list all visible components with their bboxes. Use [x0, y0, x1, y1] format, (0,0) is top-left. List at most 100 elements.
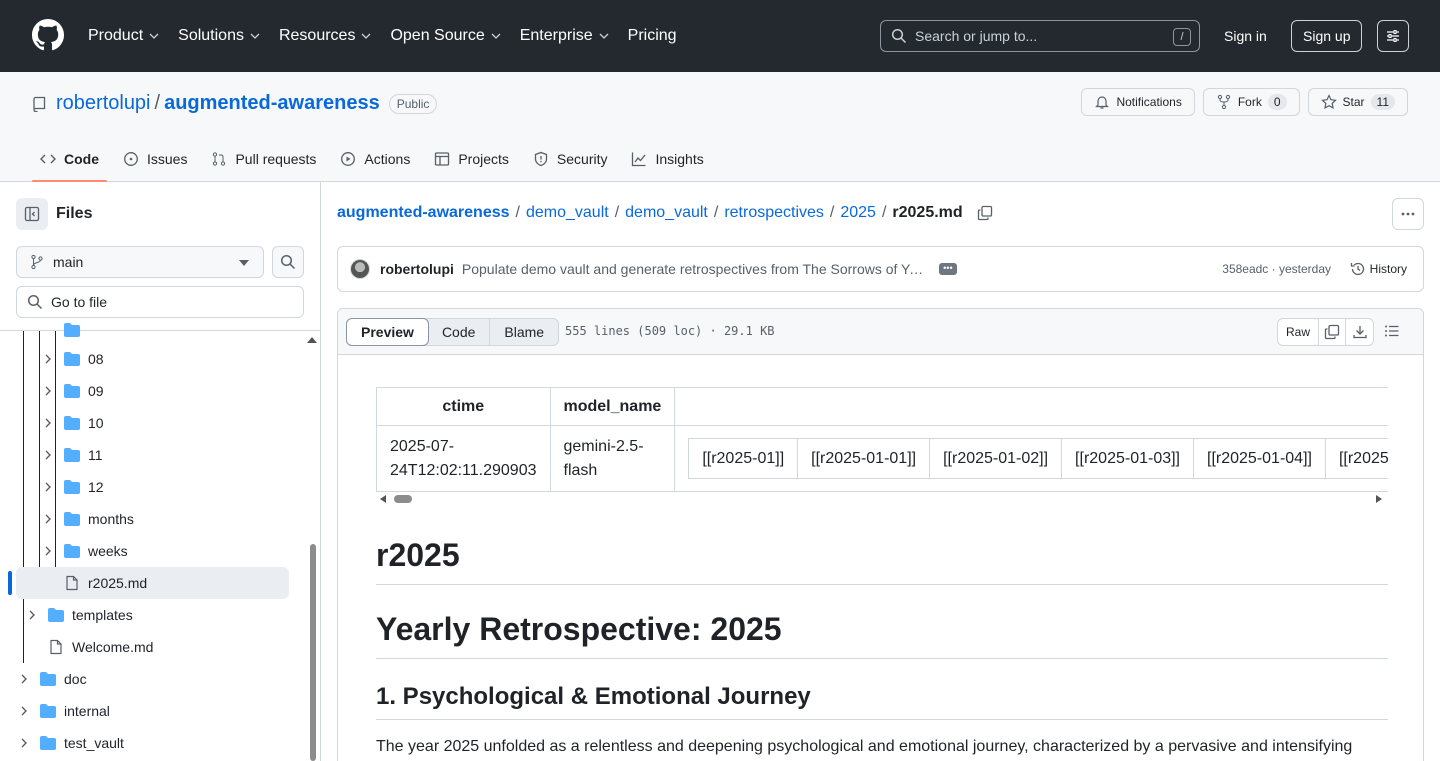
search-icon [280, 254, 296, 270]
links-table: [[r2025-01]] [[r2025-01-01]] [[r2025-01-… [688, 438, 1388, 479]
nav-resources[interactable]: Resources [279, 27, 372, 45]
sidebar-scrollbar-thumb[interactable] [310, 544, 316, 761]
tab-projects[interactable]: Projects [426, 136, 517, 182]
star-count: 11 [1370, 94, 1395, 110]
tab-actions[interactable]: Actions [332, 136, 418, 182]
tab-security[interactable]: Security [525, 136, 616, 182]
folder-icon [64, 384, 80, 398]
file-tree: 08 09 10 11 12 months weeks r2025.md tem… [0, 323, 320, 761]
tree-item-folder[interactable]: internal [16, 695, 288, 727]
sign-up-button[interactable]: Sign up [1291, 20, 1363, 52]
nav-enterprise[interactable]: Enterprise [520, 27, 610, 45]
breadcrumb-separator: / [614, 204, 620, 221]
tree-item-label: 08 [88, 351, 104, 367]
ctime-part: 2025-07- [390, 437, 455, 455]
breadcrumb-link[interactable]: retrospectives [724, 204, 824, 222]
github-logo-icon[interactable] [32, 19, 64, 51]
copy-icon [1324, 324, 1340, 340]
table-cell: [[r2025-01-01]] [797, 438, 931, 479]
outline-list-icon[interactable] [1384, 323, 1400, 339]
chevron-right-icon [29, 610, 35, 620]
go-to-file-input[interactable]: Go to file [16, 286, 304, 318]
tree-item-folder[interactable]: months [40, 503, 288, 535]
history-label: History [1369, 262, 1407, 276]
branch-icon [31, 254, 43, 270]
repo-title-separator: / [154, 92, 161, 114]
repo-icon [33, 96, 46, 112]
avatar[interactable] [350, 259, 370, 279]
pull-request-icon [213, 152, 226, 166]
table-cell: [[r2025-01-02]] [929, 438, 1063, 479]
history-button[interactable]: History [1350, 261, 1407, 277]
breadcrumb-link[interactable]: 2025 [840, 204, 876, 222]
tree-item-folder[interactable]: test_vault [16, 727, 288, 759]
scroll-right-arrow-icon[interactable] [1376, 495, 1382, 503]
breadcrumb-link[interactable]: demo_vault [526, 204, 609, 222]
raw-button[interactable]: Raw [1278, 319, 1319, 345]
sign-in-link[interactable]: Sign in [1214, 20, 1277, 52]
chevron-right-icon [45, 386, 51, 396]
nav-solutions[interactable]: Solutions [178, 27, 261, 45]
tree-item-folder[interactable]: templates [24, 599, 288, 631]
tree-item-label: 11 [88, 447, 103, 463]
file-toolbar: Preview Code Blame 555 lines (509 loc) ·… [338, 309, 1423, 355]
breadcrumb-link[interactable]: demo_vault [625, 204, 708, 222]
history-icon [1350, 262, 1364, 276]
download-button[interactable] [1346, 319, 1373, 345]
collapse-sidebar-button[interactable] [16, 198, 48, 230]
bell-icon [1095, 96, 1110, 109]
notifications-button[interactable]: Notifications [1081, 88, 1195, 116]
scroll-left-arrow-icon[interactable] [380, 495, 386, 503]
code-view-button[interactable]: Code [428, 319, 491, 345]
tab-security-label: Security [556, 151, 608, 167]
scrollbar-thumb[interactable] [394, 495, 412, 503]
tree-item-folder[interactable]: 09 [40, 375, 288, 407]
repo-owner-link[interactable]: robertolupi [56, 92, 151, 115]
tree-item-folder[interactable]: 11 [40, 439, 288, 471]
nav-product[interactable]: Product [88, 27, 160, 45]
tree-item-folder[interactable]: 08 [40, 343, 288, 375]
table-horizontal-scrollbar[interactable] [376, 493, 1388, 505]
tree-item-file[interactable]: Welcome.md [48, 631, 288, 663]
preview-button[interactable]: Preview [346, 318, 429, 346]
global-menu-button[interactable] [1377, 20, 1409, 52]
nav-open-source[interactable]: Open Source [390, 27, 501, 45]
sidebar-collapse-icon [24, 206, 40, 222]
tab-pull-requests[interactable]: Pull requests [203, 136, 324, 182]
search-input[interactable]: Search or jump to... / [880, 20, 1200, 52]
repo-title: robertolupi / augmented-awareness Public [32, 92, 438, 115]
blame-button[interactable]: Blame [490, 319, 558, 345]
branch-selector[interactable]: main [16, 246, 264, 278]
tab-code[interactable]: Code [32, 136, 107, 182]
commit-author[interactable]: robertolupi [380, 261, 454, 277]
file-info: 555 lines (509 loc) · 29.1 KB [565, 324, 775, 338]
fork-icon [1217, 94, 1230, 110]
tab-insights[interactable]: Insights [623, 136, 711, 182]
tree-item-folder[interactable]: weeks [40, 535, 288, 567]
commit-message[interactable]: Populate demo vault and generate retrosp… [462, 261, 927, 277]
branch-name: main [53, 254, 84, 270]
frontmatter-table-container: ctime model_name 2025-07- 24T12:02:11.290… [376, 387, 1388, 493]
tree-item-folder[interactable]: 12 [40, 471, 288, 503]
table-header: ctime [376, 387, 551, 426]
star-button[interactable]: Star 11 [1307, 88, 1408, 116]
copy-path-icon[interactable] [977, 205, 993, 221]
nav-pricing[interactable]: Pricing [628, 27, 677, 45]
tab-issues[interactable]: Issues [115, 136, 195, 182]
table-cell: [[r2025-01-04]] [1193, 438, 1326, 479]
expand-commit-message-button[interactable]: ••• [938, 263, 957, 275]
fork-button[interactable]: Fork 0 [1202, 88, 1300, 116]
more-options-button[interactable] [1392, 198, 1424, 230]
tree-item-folder[interactable]: doc [16, 663, 288, 695]
commit-sha-time[interactable]: 358eadc · yesterday [1222, 262, 1331, 276]
breadcrumb-repo-link[interactable]: augmented-awareness [337, 204, 510, 222]
play-icon [341, 152, 356, 166]
tree-item-folder[interactable]: 10 [40, 407, 288, 439]
copy-raw-button[interactable] [1319, 319, 1346, 345]
chevron-down-icon [491, 33, 501, 39]
search-files-button[interactable] [272, 246, 304, 278]
tree-item-file-selected[interactable]: r2025.md [16, 567, 289, 599]
repo-name-link[interactable]: augmented-awareness [164, 92, 380, 115]
scroll-up-arrow-icon[interactable] [307, 336, 317, 344]
notifications-label: Notifications [1116, 95, 1182, 109]
